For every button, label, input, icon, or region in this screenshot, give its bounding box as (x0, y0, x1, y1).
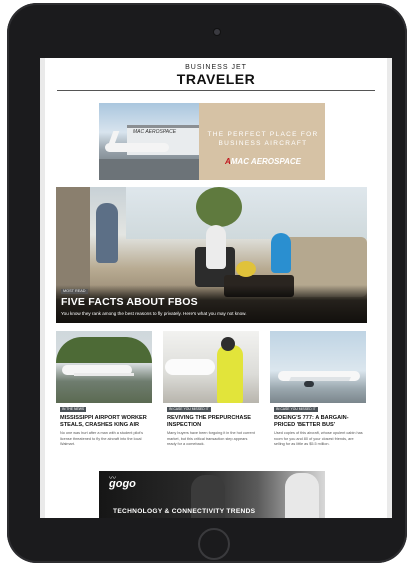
card-image-king-air[interactable] (56, 331, 152, 403)
card-image-wing (74, 373, 134, 376)
hero-person-woman (271, 233, 291, 273)
home-button[interactable] (198, 528, 230, 560)
hero-title[interactable]: FIVE FACTS ABOUT FBOS (61, 296, 198, 308)
camera-icon (213, 28, 221, 36)
card-tag-badge: IN CASE YOU MISSED IT (167, 407, 211, 412)
card-title[interactable]: REVIVING THE PREPURCHASE INSPECTION (167, 415, 257, 428)
ad-banner-text: TECHNOLOGY & CONNECTIVITY TRENDS (113, 508, 256, 515)
ad-brand-name: MAC AEROSPACE (230, 157, 301, 166)
jet-fuselage (105, 143, 169, 152)
card-title[interactable]: MISSISSIPPI AIRPORT WORKER STEALS, CRASH… (60, 415, 150, 428)
ad-banner-mac-aerospace[interactable]: MAC AEROSPACE THE PERFECT PLACE FOR BUSI… (99, 103, 325, 180)
ad-hangar-photo: MAC AEROSPACE (99, 103, 199, 180)
card-body: No one was hurt after a man with a stude… (60, 431, 144, 447)
card-tag-badge: IN CASE YOU MISSED IT (274, 407, 318, 412)
newsletter-page: BUSINESS JET TRAVELER MAC AEROSPACE THE … (45, 58, 387, 518)
ad-person-right (285, 473, 319, 518)
masthead-divider (57, 90, 375, 91)
hero-person-standing (96, 203, 118, 263)
card-image-wing (289, 377, 351, 381)
hero-window (126, 187, 367, 239)
hero-article[interactable]: MOST READ FIVE FACTS ABOUT FBOS You know… (56, 187, 367, 323)
masthead-logo[interactable]: BUSINESS JET TRAVELER (45, 64, 387, 86)
card-tag-badge: IN THE NEWS (60, 407, 87, 412)
card-image-jet (165, 359, 215, 375)
tablet-frame: BUSINESS JET TRAVELER MAC AEROSPACE THE … (7, 3, 407, 563)
hangar-sign-text: MAC AEROSPACE (133, 129, 177, 135)
hero-person-seated (206, 225, 226, 269)
hero-stone-pillar (56, 187, 90, 297)
hero-tree (196, 187, 242, 227)
hero-dek: You know they rank among the best reason… (61, 311, 247, 316)
card-image-trees (56, 337, 152, 363)
card-image-inspector (217, 345, 243, 403)
card-image-engine (304, 381, 314, 387)
screen: BUSINESS JET TRAVELER MAC AEROSPACE THE … (40, 58, 392, 518)
card-body: Many buyers have been forgoing it in the… (167, 431, 255, 447)
ad-banner-gogo[interactable]: 〰 gogo TECHNOLOGY & CONNECTIVITY TRENDS (99, 471, 325, 518)
ad-brand-logo: AMAC AEROSPACE (205, 157, 321, 166)
card-title[interactable]: BOEING'S 777: A BARGAIN-PRICED 'BETTER B… (274, 415, 364, 428)
ad-tagline: THE PERFECT PLACE FOR BUSINESS AIRCRAFT (207, 131, 319, 147)
card-body: Used copies of this aircraft, whose opul… (274, 431, 363, 447)
card-image-inspector-head (221, 337, 235, 351)
card-image-777[interactable] (270, 331, 366, 403)
hero-tag-badge: MOST READ (61, 289, 88, 294)
article-card[interactable]: IN CASE YOU MISSED IT BOEING'S 777: A BA… (270, 331, 366, 465)
masthead-main-text: TRAVELER (176, 71, 256, 87)
article-card[interactable]: IN THE NEWS MISSISSIPPI AIRPORT WORKER S… (56, 331, 152, 465)
card-image-inspection[interactable] (163, 331, 259, 403)
hero-flowers (236, 261, 256, 277)
article-card[interactable]: IN CASE YOU MISSED IT REVIVING THE PREPU… (163, 331, 259, 465)
gogo-logo: gogo (109, 478, 136, 490)
tarmac (99, 159, 199, 180)
